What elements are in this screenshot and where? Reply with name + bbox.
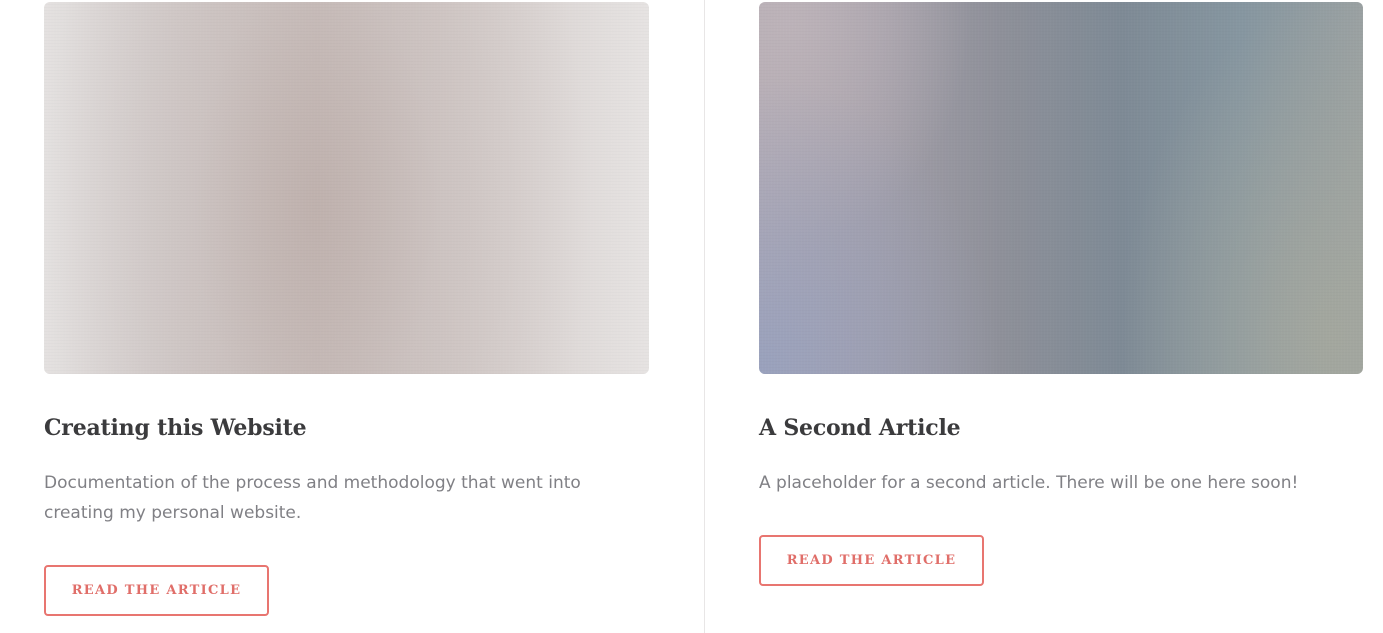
thumbnail-texture: [759, 2, 1363, 374]
thumbnail-texture: [44, 2, 649, 374]
article-description: A placeholder for a second article. Ther…: [759, 473, 1299, 493]
article-title[interactable]: A Second Article: [759, 412, 961, 444]
article-description: Documentation of the process and methodo…: [44, 473, 581, 523]
column-divider: [704, 0, 705, 633]
article-thumbnail[interactable]: [759, 2, 1363, 374]
article-grid: Creating this Website Documentation of t…: [0, 0, 1383, 633]
article-thumbnail[interactable]: [44, 2, 649, 374]
read-article-button[interactable]: READ THE ARTICLE: [759, 535, 984, 586]
read-article-button[interactable]: READ THE ARTICLE: [44, 565, 269, 616]
article-title[interactable]: Creating this Website: [44, 412, 307, 444]
